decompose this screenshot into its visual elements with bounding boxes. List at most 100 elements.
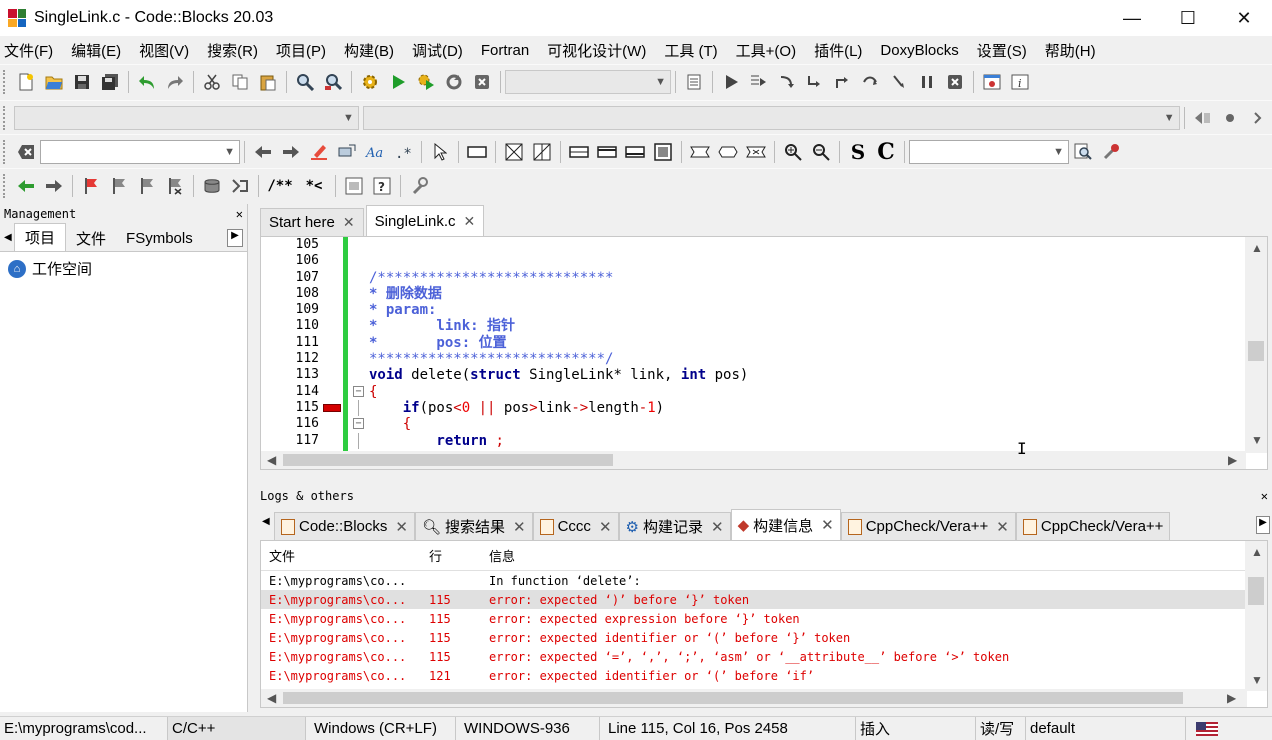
function-dropdown[interactable]: ▼ <box>362 105 1180 130</box>
column-header-line[interactable]: 行 <box>421 546 481 565</box>
menu-wxsmith[interactable]: 可视化设计(W) <box>547 40 646 61</box>
code-line[interactable]: 106 <box>261 253 1246 269</box>
new-file-icon[interactable] <box>14 70 38 94</box>
debug-start-icon[interactable] <box>719 70 743 94</box>
code-line[interactable]: 108 * 删除数据 <box>261 286 1246 302</box>
run-icon[interactable] <box>386 70 410 94</box>
incremental-search-input[interactable]: ▼ <box>40 139 240 164</box>
redo-icon[interactable] <box>163 70 187 94</box>
tab-build-messages[interactable]: ◆ 构建信息 ✕ <box>730 509 841 540</box>
chevron-right-icon[interactable] <box>1246 106 1270 130</box>
switch-tool-icon[interactable] <box>651 140 675 164</box>
show-target-icon[interactable] <box>682 70 706 94</box>
tab-scroll-right-icon[interactable]: ▶ <box>227 229 243 247</box>
build-target-dropdown[interactable]: ▼ <box>505 69 671 94</box>
jump-back-icon[interactable] <box>1191 106 1215 130</box>
search-previous-icon[interactable] <box>251 140 275 164</box>
fold-toggle-icon[interactable]: − <box>353 418 364 430</box>
logs-vertical-scrollbar[interactable]: ▲ ▼ <box>1245 541 1267 691</box>
logs-close-icon[interactable]: ✕ <box>1261 489 1268 503</box>
break-tool-icon[interactable] <box>688 140 712 164</box>
code-line[interactable]: 117 return ; <box>261 432 1246 449</box>
build-messages-list[interactable]: 文件 行 信息 E:\myprograms\co... In function … <box>260 540 1268 708</box>
fold-toggle-icon[interactable]: − <box>353 385 364 397</box>
tab-scroll-left-icon[interactable]: ◀ <box>0 232 14 243</box>
cut-icon[interactable] <box>200 70 224 94</box>
menu-file[interactable]: 文件(F) <box>4 40 53 61</box>
scroll-down-icon[interactable]: ▼ <box>1251 673 1263 687</box>
forward-arrow-icon[interactable] <box>42 174 66 198</box>
debug-windows-icon[interactable] <box>980 70 1004 94</box>
next-bookmark-icon[interactable] <box>135 174 159 198</box>
close-button[interactable]: ✕ <box>1216 0 1272 36</box>
step-out-icon[interactable] <box>831 70 855 94</box>
workspace-tree-item[interactable]: ⌂ 工作空间 <box>0 252 247 285</box>
run-to-cursor-icon[interactable] <box>747 70 771 94</box>
previous-bookmark-icon[interactable] <box>107 174 131 198</box>
line-comment-button[interactable]: *< <box>299 174 329 198</box>
configuration-wrench-icon[interactable] <box>407 174 431 198</box>
step-into-instruction-icon[interactable] <box>887 70 911 94</box>
code-line[interactable]: 114−{ <box>261 384 1246 400</box>
regex-icon[interactable]: .* <box>391 140 415 164</box>
extract-docs-icon[interactable] <box>228 174 252 198</box>
while-tool-icon[interactable] <box>623 140 647 164</box>
toolbar-grip[interactable] <box>3 139 9 164</box>
return-tool-icon[interactable] <box>744 140 768 164</box>
scroll-left-icon[interactable]: ◀ <box>267 453 276 467</box>
nassi-s-button[interactable]: S <box>846 140 870 164</box>
menu-doxyblocks[interactable]: DoxyBlocks <box>880 42 958 59</box>
code-line[interactable]: 112 ****************************/ <box>261 351 1246 367</box>
column-header-file[interactable]: 文件 <box>261 546 421 565</box>
doxywizard-icon[interactable] <box>200 174 224 198</box>
toolbar-grip[interactable] <box>3 173 9 198</box>
back-arrow-icon[interactable] <box>14 174 38 198</box>
scroll-thumb[interactable] <box>283 692 1183 704</box>
scroll-left-icon[interactable]: ◀ <box>267 691 276 705</box>
code-line[interactable]: 115 if(pos<0 || pos>link->length-1) <box>261 399 1246 417</box>
copy-icon[interactable] <box>228 70 252 94</box>
scroll-thumb[interactable] <box>1248 577 1264 605</box>
tab-codeblocks-log[interactable]: Code::Blocks ✕ <box>274 512 415 540</box>
scroll-down-icon[interactable]: ▼ <box>1251 433 1263 447</box>
close-tab-icon[interactable]: ✕ <box>395 518 408 536</box>
toolbar-grip[interactable] <box>3 69 9 94</box>
undo-icon[interactable] <box>135 70 159 94</box>
menu-help[interactable]: 帮助(H) <box>1045 40 1096 61</box>
toolbar-grip[interactable] <box>3 105 9 130</box>
save-icon[interactable] <box>70 70 94 94</box>
loop-tool-icon[interactable] <box>595 140 619 164</box>
menu-edit[interactable]: 编辑(E) <box>71 40 121 61</box>
next-line-icon[interactable] <box>775 70 799 94</box>
menu-view[interactable]: 视图(V) <box>139 40 189 61</box>
pointer-tool-icon[interactable] <box>428 140 452 164</box>
scroll-right-icon[interactable]: ▶ <box>1227 691 1236 705</box>
menu-tools-plus[interactable]: 工具+(O) <box>736 40 796 61</box>
zoom-out-icon[interactable] <box>809 140 833 164</box>
close-tab-icon[interactable]: ✕ <box>599 518 612 536</box>
open-folder-icon[interactable] <box>42 70 66 94</box>
tab-build-log[interactable]: ⚙ 构建记录 ✕ <box>618 512 731 540</box>
scroll-right-icon[interactable]: ▶ <box>1228 453 1237 467</box>
scroll-thumb[interactable] <box>283 454 613 466</box>
scope-dropdown[interactable]: ▼ <box>13 105 359 130</box>
menu-settings[interactable]: 设置(S) <box>977 40 1027 61</box>
step-into-icon[interactable] <box>803 70 827 94</box>
menu-project[interactable]: 项目(P) <box>276 40 326 61</box>
debug-info-icon[interactable]: i <box>1008 70 1032 94</box>
paste-icon[interactable] <box>256 70 280 94</box>
nassi-c-button[interactable]: C <box>874 139 898 165</box>
find-icon[interactable] <box>293 70 317 94</box>
build-and-run-icon[interactable] <box>414 70 438 94</box>
log-row[interactable]: E:\myprograms\co... In function ‘delete’… <box>261 571 1267 590</box>
logs-horizontal-scrollbar[interactable]: ◀ ▶ <box>261 689 1247 707</box>
log-row[interactable]: E:\myprograms\co... 115 error: expected … <box>261 609 1267 628</box>
abort-icon[interactable] <box>470 70 494 94</box>
editor-vertical-scrollbar[interactable]: ▲ ▼ <box>1245 237 1267 453</box>
tab-cccc[interactable]: Cccc ✕ <box>532 512 619 540</box>
menu-search[interactable]: 搜索(R) <box>207 40 258 61</box>
highlight-icon[interactable] <box>307 140 331 164</box>
symbol-search-input[interactable]: ▼ <box>909 139 1069 164</box>
close-tab-icon[interactable]: ✕ <box>464 213 476 230</box>
editor-horizontal-scrollbar[interactable]: ◀ ▶ <box>261 451 1246 469</box>
